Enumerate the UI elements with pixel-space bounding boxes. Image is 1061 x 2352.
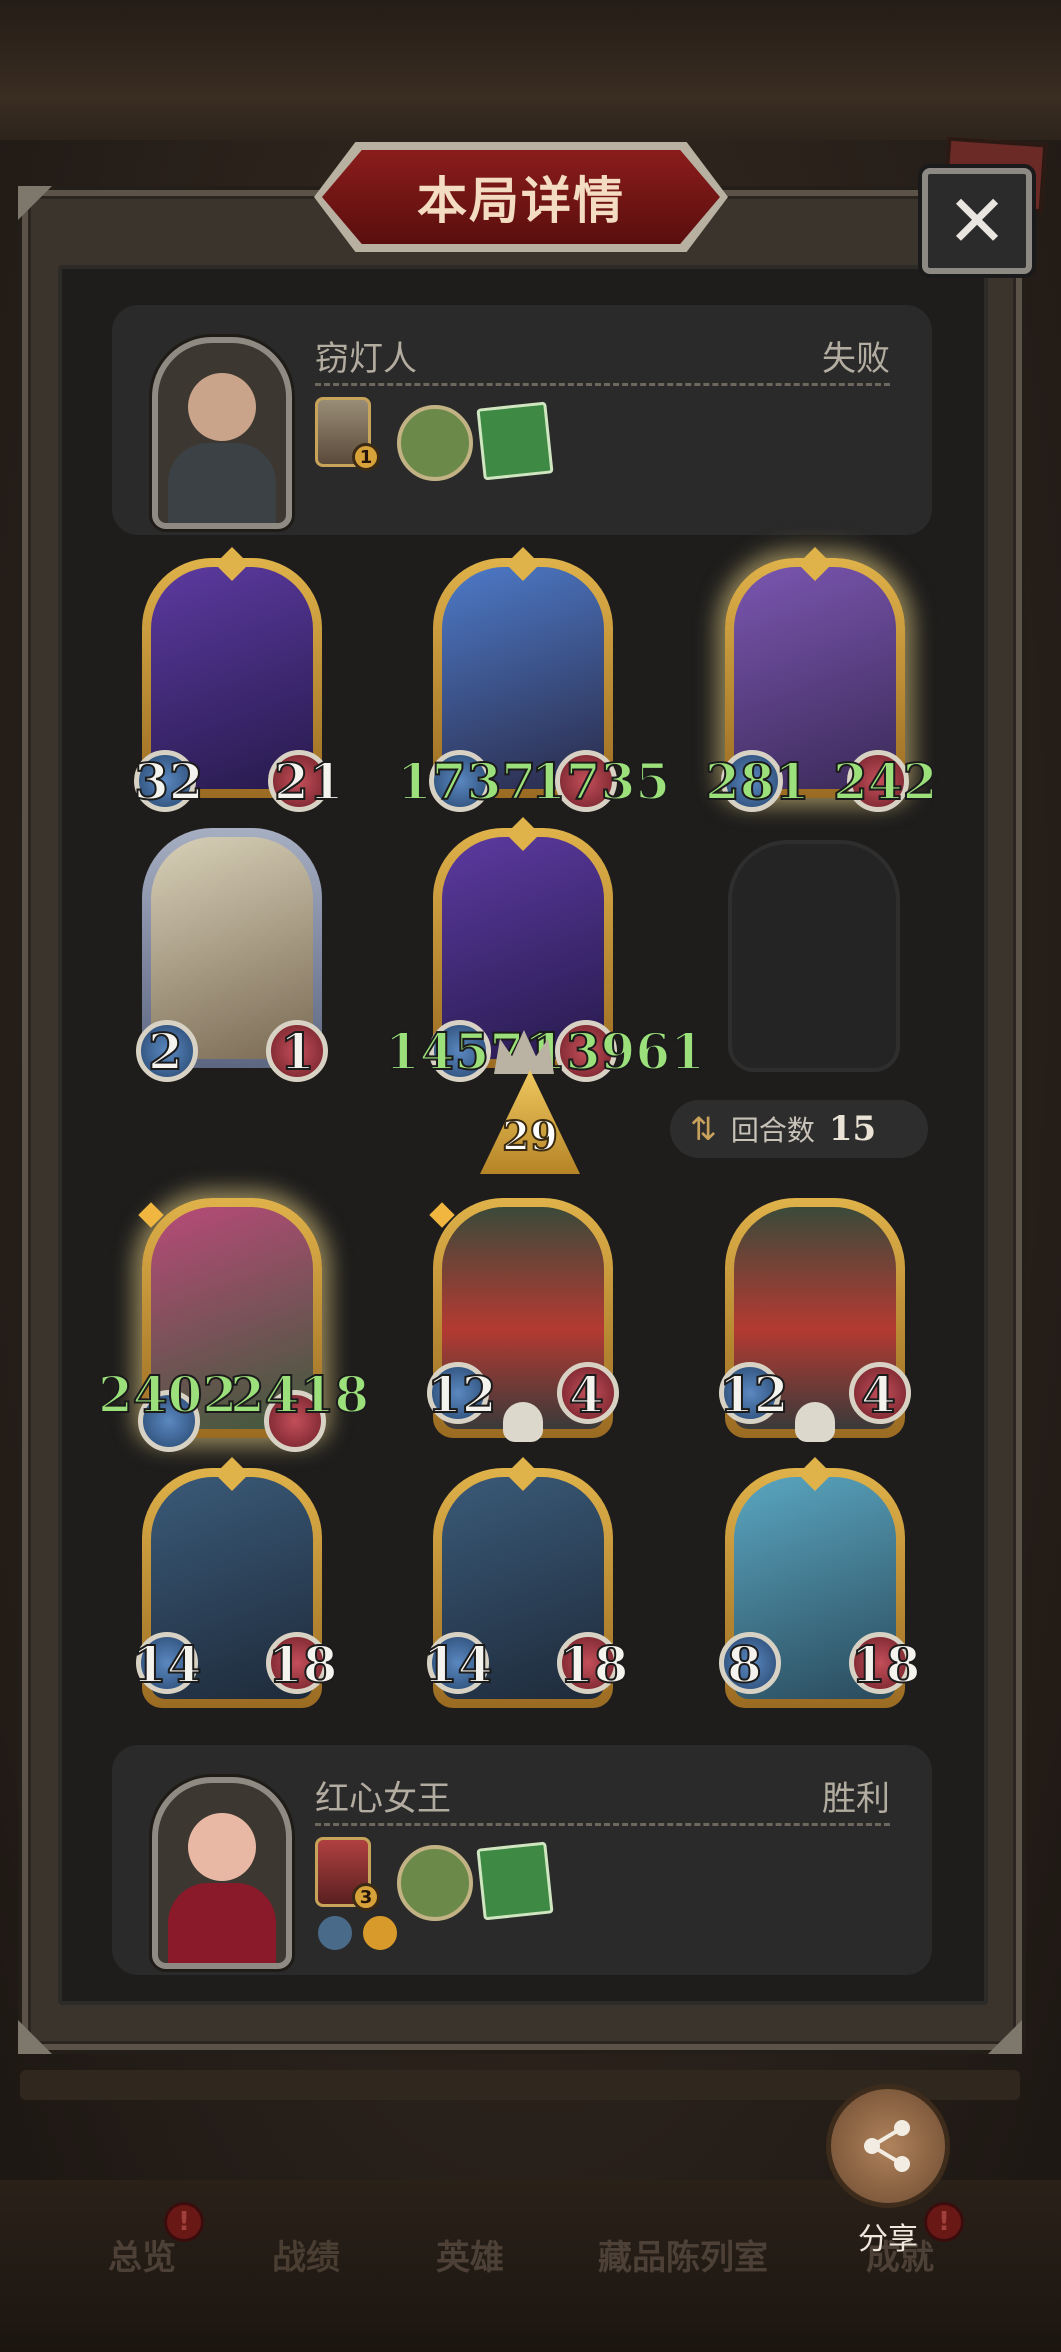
nav-tab-records[interactable]: 战绩 [272, 2230, 340, 2279]
share-button[interactable] [826, 2084, 950, 2208]
health-value: 13961 [530, 1022, 706, 1081]
minion-card[interactable]: 2 1 [136, 828, 328, 1082]
minion-card[interactable]: 14571 13961 [384, 817, 706, 1082]
health-value: 2418 [229, 1365, 370, 1424]
attack-value: 14 [131, 1635, 203, 1694]
attack-value: 8 [726, 1635, 763, 1694]
witch-spell-icon[interactable] [397, 405, 473, 481]
opponent-name: 窃灯人 [315, 339, 417, 379]
close-icon: ✕ [946, 179, 1008, 263]
attack-value: 2402 [97, 1365, 238, 1424]
health-value: 18 [558, 1635, 630, 1694]
rounds-value: 15 [828, 1109, 877, 1149]
minion-card[interactable]: 32 21 [133, 547, 345, 812]
nav-tab-overview[interactable]: 总览 [108, 2230, 176, 2279]
winner-result: 胜利 [822, 1779, 890, 1819]
share-icon [864, 2120, 910, 2172]
opponent-avatar[interactable] [152, 337, 292, 529]
minion-card[interactable]: 8 18 [719, 1457, 922, 1708]
attack-value: 14 [422, 1635, 494, 1694]
hero-level-badge: 1 [352, 443, 380, 471]
minion-card[interactable]: 14 18 [422, 1457, 630, 1708]
attack-value: 2 [147, 1022, 184, 1081]
attack-value: 281 [704, 752, 810, 811]
attack-value: 12 [718, 1365, 790, 1424]
health-value: 18 [850, 1635, 922, 1694]
nav-tab-heroes[interactable]: 英雄 [436, 2230, 504, 2279]
minion-card[interactable]: 281 242 [704, 547, 938, 812]
hero-level-badge: 3 [352, 1883, 380, 1911]
winner-player-card: 红心女王 胜利 3 [112, 1745, 932, 1975]
skull-icon [503, 1402, 543, 1442]
tier-value: 29 [501, 1112, 559, 1161]
nav-tab-collection[interactable]: 藏品陈列室 [598, 2230, 768, 2279]
green-book-icon[interactable] [476, 1841, 554, 1921]
minion-card[interactable]: 14 18 [131, 1457, 339, 1708]
health-value: 21 [273, 752, 345, 811]
attack-value: 12 [426, 1365, 498, 1424]
close-button[interactable]: ✕ [922, 168, 1032, 274]
minion-card[interactable]: 12 4 [718, 1198, 911, 1442]
share-label: 分享 [858, 2222, 918, 2257]
divider [315, 1823, 890, 1826]
witch-spell-icon[interactable] [397, 1845, 473, 1921]
health-value: 1735 [530, 752, 671, 811]
minion-card[interactable]: 2402 2418 [97, 1198, 370, 1452]
divider [315, 383, 890, 386]
winner-name: 红心女王 [315, 1779, 451, 1819]
notification-badge: ! [164, 2202, 204, 2242]
skull-icon [795, 1402, 835, 1442]
page-title: 本局详情 [417, 171, 625, 230]
minion-card[interactable]: 1737 1735 [396, 547, 671, 812]
title-banner: 本局详情 [322, 150, 720, 244]
top-wood-backdrop [0, 0, 1061, 140]
horn-icon[interactable] [360, 1913, 400, 1953]
green-book-icon[interactable] [476, 401, 554, 481]
attack-value: 32 [133, 752, 205, 811]
winner-avatar[interactable] [152, 1777, 292, 1969]
rounds-counter: ⇅ 回合数 15 [670, 1100, 928, 1158]
health-value: 242 [832, 752, 938, 811]
notification-badge: ! [924, 2202, 964, 2242]
opponent-result: 失败 [822, 339, 890, 379]
refresh-icon: ⇅ [690, 1110, 717, 1148]
sword-icon[interactable] [315, 1913, 355, 1953]
empty-board-slot [728, 840, 900, 1072]
health-value: 1 [279, 1022, 316, 1081]
rounds-label: 回合数 [730, 1114, 815, 1147]
minion-card[interactable]: 12 4 [426, 1198, 619, 1442]
health-value: 4 [568, 1365, 605, 1424]
attack-value: 1737 [396, 752, 537, 811]
opponent-player-card: 窃灯人 失败 1 [112, 305, 932, 535]
health-value: 18 [267, 1635, 339, 1694]
health-value: 4 [860, 1365, 897, 1424]
